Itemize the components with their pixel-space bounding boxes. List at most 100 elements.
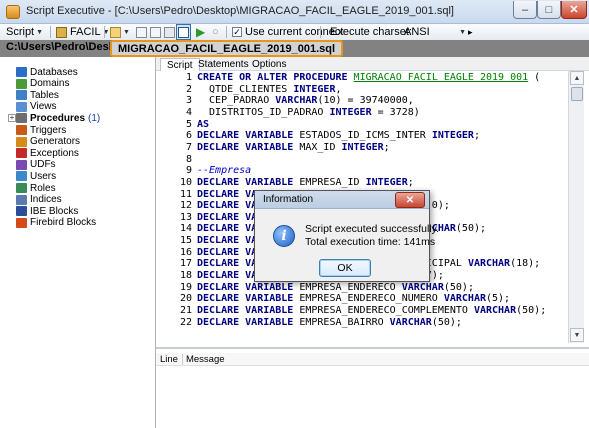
scroll-down-icon[interactable]: ▼ — [570, 328, 584, 342]
tree-item[interactable]: Triggers — [16, 124, 66, 136]
print-button[interactable] — [150, 24, 161, 40]
tree-item-label: Users — [30, 170, 57, 182]
database-icon — [56, 26, 67, 38]
code-line: DISTRITOS_ID_PADRAO INTEGER = 3728) — [197, 107, 420, 118]
code-token: (5); — [486, 293, 511, 305]
line-number: 21 — [179, 305, 192, 316]
step-button[interactable] — [176, 24, 191, 40]
ok-button[interactable]: OK — [319, 259, 371, 277]
toolbar-overflow-button[interactable]: ▸ — [468, 24, 473, 40]
line-number: 18 — [179, 270, 192, 282]
code-token: ; — [383, 141, 390, 153]
chevron-down-icon: ▼ — [459, 28, 466, 36]
script-menu-button[interactable]: Script ▼ — [6, 24, 43, 40]
code-token: ; — [473, 130, 480, 142]
code-token: ; — [407, 176, 414, 188]
tree-item[interactable]: Roles — [16, 182, 56, 194]
tree-item-icon — [16, 206, 27, 217]
line-number: 19 — [179, 281, 192, 293]
run-button[interactable]: ▶ — [196, 24, 205, 40]
line-number: 2 — [185, 83, 192, 95]
code-token: (50); — [455, 223, 487, 235]
tree-item[interactable]: Users — [16, 170, 56, 182]
column-line-header[interactable]: Line — [156, 353, 183, 365]
tree-item[interactable]: Generators — [16, 136, 80, 148]
code-token: EMPRESA_ENDERECO_COMPLEMENTO — [293, 305, 474, 316]
execute-charset-label: Execute charset: — [330, 26, 412, 38]
tree-item-label: Views — [30, 101, 57, 113]
line-number: 7 — [185, 141, 192, 153]
charset-select[interactable]: ANSI ▼ — [402, 25, 468, 39]
use-current-connect-checkbox[interactable]: ✓ Use current connect — [232, 24, 343, 40]
expand-plus-icon[interactable]: + — [8, 114, 16, 123]
export-icon — [164, 26, 175, 38]
scroll-thumb[interactable] — [571, 87, 583, 101]
code-line: --Empresa — [197, 165, 251, 176]
code-token: (50); — [443, 281, 474, 293]
tree-item[interactable]: Procedures (1) — [16, 112, 100, 124]
dialog-title-bar: Information ✕ — [255, 191, 429, 209]
code-token: DECLARE VARIABLE — [197, 293, 294, 305]
code-line: DECLARE VARIABLE MAX_ID INTEGER; — [197, 142, 390, 153]
toolbar-separator — [226, 26, 227, 38]
messages-header: Line Message — [156, 353, 589, 366]
scroll-up-icon[interactable]: ▲ — [570, 71, 584, 85]
tree-item[interactable]: Firebird Blocks — [16, 217, 96, 229]
code-token: DECLARE VARIABLE — [197, 316, 294, 328]
line-number: 4 — [185, 106, 192, 118]
object-tree-panel: Databases Domains Tables Views + Procedures (1… — [0, 57, 156, 428]
tree-item-icon — [16, 113, 27, 124]
line-number: 10 — [179, 176, 192, 188]
tree-item[interactable]: Domains — [16, 78, 69, 90]
code-line: DECLARE VARIABLE EMPRESA_ID INTEGER; — [197, 177, 414, 188]
save-icon — [136, 26, 147, 38]
code-token: (50); — [516, 305, 547, 316]
code-token: (10) = 39740000, — [317, 95, 414, 107]
line-number: 1 — [185, 72, 192, 83]
code-token: CREATE OR ALTER PROCEDURE — [197, 72, 354, 83]
line-number: 3 — [185, 95, 192, 107]
tree-item[interactable]: Views — [16, 101, 57, 113]
tree-item[interactable]: UDFs — [16, 159, 56, 171]
export-button[interactable] — [164, 24, 175, 40]
tree-item[interactable]: Tables — [16, 89, 59, 101]
tree-item[interactable]: Databases — [16, 66, 78, 78]
save-button[interactable] — [136, 24, 147, 40]
minimize-button[interactable]: – — [513, 1, 537, 19]
tree-item-label: Domains — [30, 78, 70, 90]
tree-item-icon — [16, 171, 27, 182]
stop-button[interactable]: ○ — [212, 24, 219, 40]
checkbox-checked-icon: ✓ — [232, 26, 242, 37]
tree-item[interactable]: IBE Blocks — [16, 205, 78, 217]
code-line: DECLARE VARIABLE EMPRESA_BAIRRO VARCHAR(… — [197, 317, 462, 328]
tab-options[interactable]: Options — [246, 58, 292, 71]
code-token: DISTRITOS_ID_PADRAO — [197, 106, 330, 118]
path-file-name: MIGRACAO_FACIL_EAGLE_2019_001.sql — [110, 40, 344, 57]
tree-item-label: Exceptions — [30, 147, 79, 159]
tree-item-count: (1) — [88, 112, 101, 124]
chevron-down-icon: ▼ — [36, 28, 44, 36]
code-line: DECLARE VARIABLE EMPRESA_ENDERECO_NUMERO… — [197, 293, 510, 304]
database-select[interactable]: FACIL ▼ — [56, 24, 110, 40]
messages-pane: Line Message — [156, 347, 589, 428]
toolbar-separator — [104, 26, 105, 38]
script-menu-label: Script — [6, 26, 35, 38]
code-token: (50); — [431, 316, 462, 328]
open-folder-button[interactable]: ▼ — [110, 24, 130, 40]
column-message-header[interactable]: Message — [183, 354, 228, 365]
tree-item[interactable]: Exceptions — [16, 147, 79, 159]
maximize-button[interactable]: □ — [537, 1, 561, 19]
overflow-icon: ▸ — [468, 26, 473, 37]
editor-vertical-scrollbar[interactable]: ▲ ▼ — [568, 71, 584, 343]
tree-item-label: Indices — [30, 194, 62, 206]
tree-item-icon — [16, 90, 27, 101]
code-line: QTDE_CLIENTES INTEGER, — [197, 83, 341, 95]
path-prefix: C:\Users\Pedro\Desktop\ — [6, 41, 110, 53]
code-token: INTEGER — [293, 83, 336, 95]
dialog-close-button[interactable]: ✕ — [395, 192, 425, 208]
code-token: VARCHAR — [473, 305, 517, 316]
close-button[interactable]: ✕ — [561, 1, 587, 19]
app-icon — [6, 5, 20, 19]
print-icon — [150, 26, 161, 38]
tree-item[interactable]: Indices — [16, 194, 62, 206]
